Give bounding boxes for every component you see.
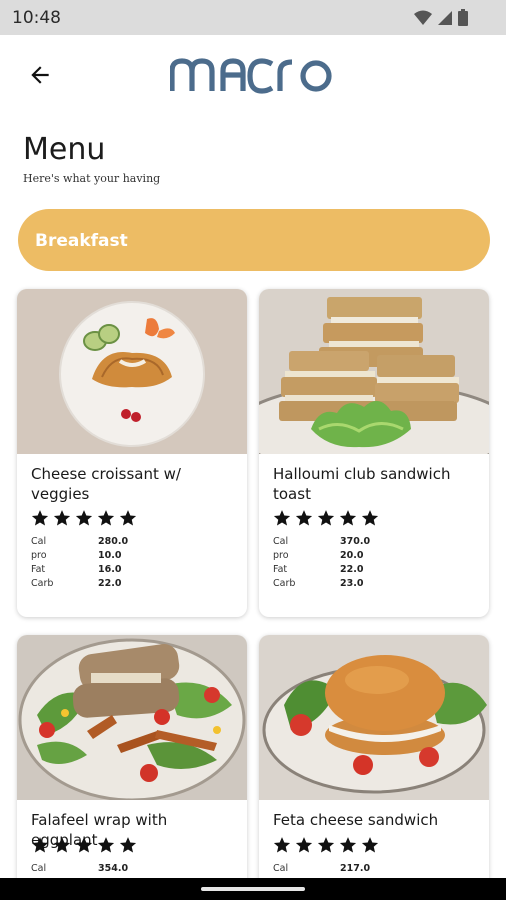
- nutrition-table: Cal 217.0: [273, 862, 370, 876]
- nutrition-value: 16.0: [98, 564, 122, 575]
- category-breakfast-button[interactable]: Breakfast: [18, 209, 490, 271]
- home-gesture-handle[interactable]: [201, 887, 305, 891]
- star-icon: [273, 510, 291, 526]
- sandwich-photo: [259, 289, 489, 454]
- nutrition-value: 10.0: [98, 550, 122, 561]
- status-bar: 10:48: [0, 0, 506, 35]
- star-icon: [361, 837, 379, 853]
- nutrition-key: Carb: [273, 578, 296, 589]
- nutrition-row: Fat 16.0: [31, 563, 128, 577]
- star-icon: [53, 510, 71, 526]
- nutrition-value: 280.0: [98, 536, 129, 547]
- star-icon: [31, 837, 49, 853]
- navigation-bar: [0, 878, 506, 900]
- nutrition-row: pro 10.0: [31, 549, 128, 563]
- star-icon: [119, 510, 137, 526]
- nutrition-row: Carb 23.0: [273, 577, 370, 591]
- star-icon: [361, 510, 379, 526]
- nutrition-row: Carb 22.0: [31, 577, 128, 591]
- feta-sandwich-photo: [259, 635, 489, 800]
- star-icon: [317, 837, 335, 853]
- star-icon: [295, 837, 313, 853]
- page-subtitle: Here's what your having: [23, 172, 161, 185]
- nutrition-value: 370.0: [340, 536, 371, 547]
- rating-stars: [273, 836, 379, 854]
- star-icon: [317, 510, 335, 526]
- item-name: Cheese croissant w/ veggies: [31, 465, 181, 503]
- star-icon: [339, 510, 357, 526]
- croissant-photo: [17, 289, 247, 454]
- item-name: Halloumi club sandwich toast: [273, 465, 451, 503]
- star-icon: [339, 837, 357, 853]
- nutrition-row: pro 20.0: [273, 549, 370, 563]
- nutrition-row: Cal 354.0: [31, 862, 128, 876]
- star-icon: [273, 837, 291, 853]
- nutrition-key: Fat: [31, 564, 46, 575]
- status-icons: [414, 9, 468, 26]
- signal-icon: [438, 10, 452, 25]
- arrow-back-icon: [31, 66, 49, 84]
- nutrition-key: Cal: [31, 863, 47, 874]
- rating-stars: [31, 836, 137, 854]
- item-name: Feta cheese sandwich: [273, 811, 439, 829]
- nutrition-row: Cal 280.0: [31, 535, 128, 549]
- menu-card[interactable]: Feta cheese sandwich Cal 217.0: [259, 635, 489, 895]
- nutrition-row: Fat 22.0: [273, 563, 370, 577]
- star-icon: [53, 837, 71, 853]
- battery-icon: [458, 9, 468, 26]
- star-icon: [119, 837, 137, 853]
- star-icon: [75, 837, 93, 853]
- star-icon: [97, 510, 115, 526]
- nutrition-key: Cal: [273, 536, 289, 547]
- nutrition-key: Cal: [31, 536, 47, 547]
- nutrition-table: Cal 370.0 pro 20.0 Fat 22.0 Carb 23.0: [273, 535, 370, 591]
- star-icon: [31, 510, 49, 526]
- nutrition-table: Cal 354.0: [31, 862, 128, 876]
- menu-card[interactable]: Falafeel wrap with eggplant Cal 354.0: [17, 635, 247, 895]
- star-icon: [295, 510, 313, 526]
- nutrition-value: 22.0: [98, 578, 122, 589]
- nutrition-key: pro: [273, 550, 289, 561]
- star-icon: [97, 837, 115, 853]
- nutrition-value: 354.0: [98, 863, 129, 874]
- menu-card[interactable]: Halloumi club sandwich toast Cal 370.0 pr…: [259, 289, 489, 617]
- nutrition-row: Cal 217.0: [273, 862, 370, 876]
- nutrition-table: Cal 280.0 pro 10.0 Fat 16.0 Carb 22.0: [31, 535, 128, 591]
- status-time: 10:48: [12, 8, 61, 28]
- page-title: Menu: [23, 132, 106, 167]
- nutrition-row: Cal 370.0: [273, 535, 370, 549]
- nutrition-key: Carb: [31, 578, 54, 589]
- falafel-wrap-photo: [17, 635, 247, 800]
- category-label: Breakfast: [35, 231, 128, 251]
- star-icon: [75, 510, 93, 526]
- nutrition-value: 20.0: [340, 550, 364, 561]
- nutrition-key: Cal: [273, 863, 289, 874]
- macro-logo: [170, 58, 332, 94]
- nutrition-key: Fat: [273, 564, 288, 575]
- wifi-icon: [414, 10, 432, 25]
- rating-stars: [273, 509, 379, 527]
- nutrition-value: 217.0: [340, 863, 371, 874]
- nutrition-value: 22.0: [340, 564, 364, 575]
- back-button[interactable]: [22, 57, 58, 93]
- top-app-bar: [0, 35, 506, 113]
- nutrition-key: pro: [31, 550, 47, 561]
- menu-card[interactable]: Cheese croissant w/ veggies Cal 280.0 pro…: [17, 289, 247, 617]
- rating-stars: [31, 509, 137, 527]
- nutrition-value: 23.0: [340, 578, 364, 589]
